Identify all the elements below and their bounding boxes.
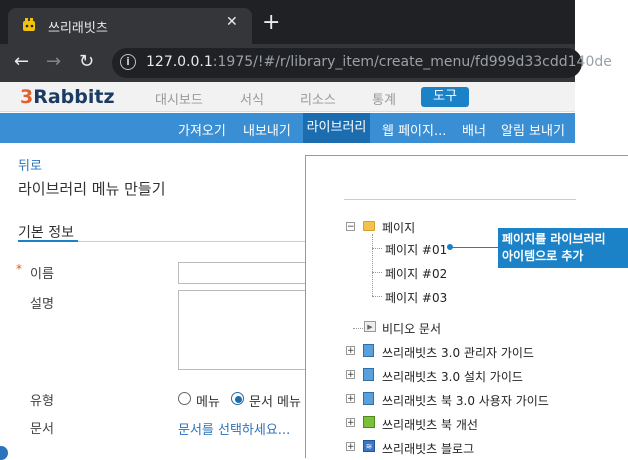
subnav-web-pages[interactable]: 웹 페이지... (382, 120, 446, 139)
type-radio-document-menu[interactable] (231, 392, 244, 405)
select-document-link[interactable]: 문서를 선택하세요... (178, 419, 290, 438)
tab-close-icon[interactable]: ✕ (226, 14, 238, 30)
tree-book-improvement[interactable]: 쓰리래빗츠 북 개선 (382, 416, 478, 434)
tree-video-document[interactable]: 비디오 문서 (382, 320, 441, 338)
required-asterisk: * (16, 262, 22, 276)
callout-line-1: 페이지를 라이브러리 (502, 232, 606, 246)
page-title: 라이브러리 메뉴 만들기 (18, 180, 166, 198)
browser-tab-strip: 쓰리래빗츠 ✕ + (0, 0, 575, 44)
subnav-banner[interactable]: 배너 (462, 120, 486, 139)
collapse-toggle-icon[interactable]: − (346, 222, 355, 232)
document-label: 문서 (30, 422, 54, 437)
callout-note: 페이지를 라이브러리 아이템으로 추가 (498, 228, 628, 268)
topnav-resources[interactable]: 리소스 (300, 89, 336, 108)
panel-divider (344, 199, 576, 200)
browser-tab[interactable]: 쓰리래빗츠 ✕ (8, 8, 252, 44)
site-info-icon[interactable]: i (120, 54, 136, 70)
rss-icon: ≋ (363, 440, 375, 452)
name-input[interactable] (178, 262, 308, 284)
subnav-notify[interactable]: 알림 보내기 (501, 120, 565, 139)
logo-number: 3 (20, 86, 34, 108)
tree-page-03[interactable]: 페이지 #03 (385, 289, 447, 307)
rabbit-favicon-icon (23, 18, 35, 31)
tree-connector (372, 272, 382, 273)
document-tree-panel: − 페이지 페이지 #01 페이지 #02 페이지 #03 ▶ 비디오 문서 +… (305, 155, 628, 458)
name-label: 이름 (30, 267, 54, 282)
tree-page-01[interactable]: 페이지 #01 (385, 241, 447, 259)
section-title-basic[interactable]: 기본 정보 (18, 222, 74, 242)
address-bar[interactable]: i 127.0.0.1:1975/!#/r/library_item/creat… (112, 48, 612, 78)
book-icon (363, 344, 374, 357)
tree-connector (372, 296, 382, 297)
book-icon (363, 368, 374, 381)
forward-arrow-icon[interactable]: → (46, 52, 61, 72)
description-label: 설명 (30, 297, 54, 312)
topnav-dashboard[interactable]: 대시보드 (155, 89, 203, 108)
app-header: 3Rabbitz 대시보드 서식 리소스 통계 도구 (0, 82, 575, 112)
tree-book-admin-guide[interactable]: 쓰리래빗츠 3.0 관리자 가이드 (382, 344, 534, 362)
folder-icon (363, 221, 375, 231)
subnav-import[interactable]: 가져오기 (178, 120, 226, 139)
expand-toggle-icon[interactable]: + (346, 418, 355, 428)
tree-folder-pages[interactable]: 페이지 (382, 219, 415, 237)
reload-icon[interactable]: ↻ (79, 52, 94, 72)
callout-line-2: 아이템으로 추가 (502, 249, 584, 263)
tree-page-02[interactable]: 페이지 #02 (385, 265, 447, 283)
expand-toggle-icon[interactable]: + (346, 394, 355, 404)
tree-book-install-guide[interactable]: 쓰리래빗츠 3.0 설치 가이드 (382, 368, 523, 386)
topnav-stats[interactable]: 통계 (372, 89, 396, 108)
url-host: 127.0.0.1 (146, 54, 213, 70)
video-document-icon: ▶ (364, 321, 376, 332)
topnav-forms[interactable]: 서식 (240, 89, 264, 108)
type-option-document-menu[interactable]: 문서 메뉴 (249, 391, 301, 410)
browser-toolbar: ← → ↻ i 127.0.0.1:1975/!#/r/library_item… (0, 44, 612, 82)
tree-connector (372, 234, 373, 296)
description-textarea[interactable] (178, 290, 308, 370)
expand-toggle-icon[interactable]: + (346, 346, 355, 356)
url-text: 127.0.0.1:1975/!#/r/library_item/create_… (146, 54, 612, 70)
type-label: 유형 (30, 394, 54, 409)
topnav-tools[interactable]: 도구 (421, 87, 469, 107)
tree-book-user-guide[interactable]: 쓰리래빗츠 북 3.0 사용자 가이드 (382, 392, 549, 410)
tree-connector (372, 248, 382, 249)
type-option-menu[interactable]: 메뉴 (196, 391, 220, 410)
expand-toggle-icon[interactable]: + (346, 442, 355, 452)
url-path: :1975/!#/r/library_item/create_menu/fd99… (212, 54, 612, 70)
tree-blog[interactable]: 쓰리래빗츠 블로그 (382, 440, 474, 458)
subnav-export[interactable]: 내보내기 (243, 120, 291, 139)
section-active-underline (18, 240, 78, 242)
book-icon (363, 392, 374, 405)
new-tab-button[interactable]: + (262, 12, 280, 34)
logo-word: Rabbitz (33, 86, 115, 108)
tree-connector (353, 328, 363, 329)
type-radio-menu[interactable] (178, 392, 191, 405)
tab-title: 쓰리래빗츠 (48, 21, 108, 36)
callout-pointer-line (450, 247, 498, 248)
back-link[interactable]: 뒤로 (18, 155, 42, 174)
cube-icon (363, 416, 375, 428)
logo[interactable]: 3Rabbitz (20, 86, 115, 108)
expand-toggle-icon[interactable]: + (346, 370, 355, 380)
sub-navigation: 가져오기 내보내기 라이브러리 웹 페이지... 배너 알림 보내기 (0, 113, 575, 143)
subnav-library[interactable]: 라이브러리 (303, 113, 370, 143)
radio-selected-dot (235, 396, 242, 403)
back-arrow-icon[interactable]: ← (14, 52, 29, 72)
